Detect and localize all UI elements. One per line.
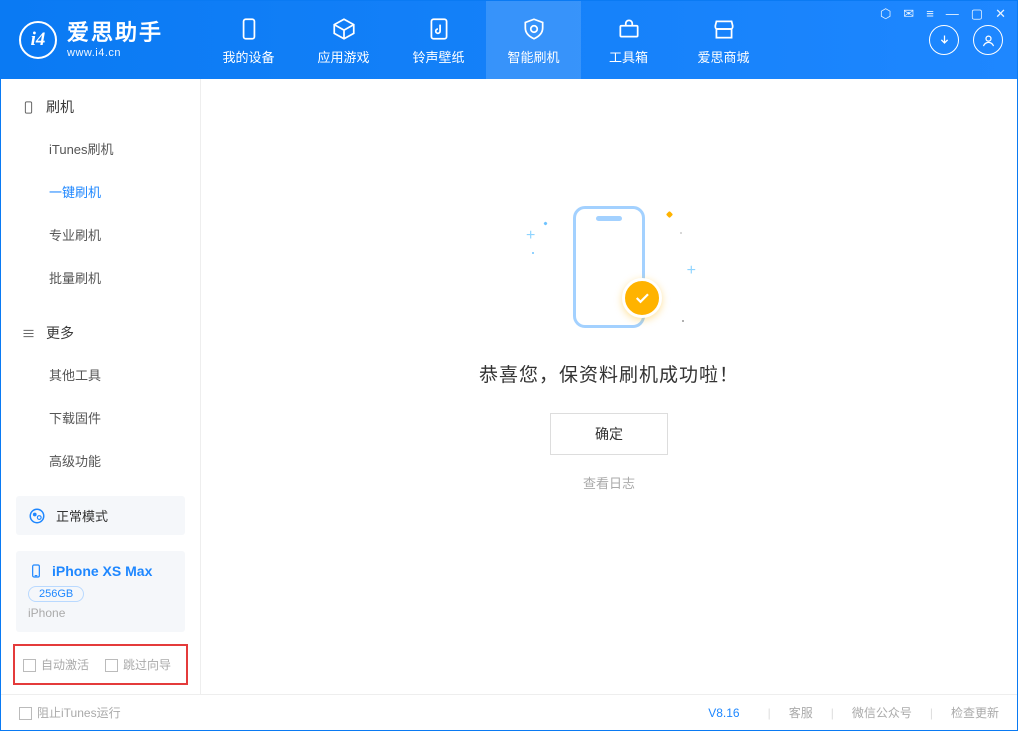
confirm-button[interactable]: 确定 xyxy=(550,413,668,455)
cube-icon xyxy=(330,15,358,43)
phone-small-icon xyxy=(21,100,36,115)
checkbox-block-itunes[interactable]: 阻止iTunes运行 xyxy=(19,704,121,721)
tab-ringtones[interactable]: 铃声壁纸 xyxy=(391,1,486,79)
top-tabs: 我的设备 应用游戏 铃声壁纸 智能刷机 工具箱 爱思商城 xyxy=(201,1,771,79)
sidebar-head-more: 更多 xyxy=(1,323,200,353)
shield-refresh-icon xyxy=(520,15,548,43)
footer-link-update[interactable]: 检查更新 xyxy=(951,704,999,721)
app-name: 爱思助手 xyxy=(67,22,163,44)
maximize-icon[interactable]: ▢ xyxy=(971,6,983,22)
music-file-icon xyxy=(425,15,453,43)
version-label: V8.16 xyxy=(708,706,739,720)
device-storage: 256GB xyxy=(28,586,84,602)
footer: 阻止iTunes运行 V8.16 | 客服 | 微信公众号 | 检查更新 xyxy=(1,694,1017,730)
checkbox-auto-activate[interactable]: 自动激活 xyxy=(23,656,89,673)
device-small-icon xyxy=(28,563,44,579)
sidebar-group-flash: 刷机 iTunes刷机 一键刷机 专业刷机 批量刷机 xyxy=(1,79,200,305)
store-icon xyxy=(710,15,738,43)
tab-my-device[interactable]: 我的设备 xyxy=(201,1,296,79)
footer-link-service[interactable]: 客服 xyxy=(789,704,813,721)
sidebar: 刷机 iTunes刷机 一键刷机 专业刷机 批量刷机 更多 其他工具 下载固件 … xyxy=(1,79,201,694)
list-icon xyxy=(21,326,36,341)
menu-icon[interactable]: ≡ xyxy=(926,6,934,22)
footer-link-wechat[interactable]: 微信公众号 xyxy=(852,704,912,721)
sidebar-item-pro-flash[interactable]: 专业刷机 xyxy=(1,213,200,256)
logo[interactable]: i4 爱思助手 www.i4.cn xyxy=(1,21,201,59)
mode-icon xyxy=(28,507,46,525)
success-illustration: ++ xyxy=(544,202,674,332)
device-name: iPhone XS Max xyxy=(52,563,152,579)
tab-store[interactable]: 爱思商城 xyxy=(676,1,771,79)
success-message: 恭喜您，保资料刷机成功啦！ xyxy=(479,360,739,387)
toolbox-icon xyxy=(615,15,643,43)
download-button[interactable] xyxy=(929,25,959,55)
header-right xyxy=(929,25,1017,55)
checkbox-skip-guide[interactable]: 跳过向导 xyxy=(105,656,171,673)
tab-flash[interactable]: 智能刷机 xyxy=(486,1,581,79)
minimize-icon[interactable]: — xyxy=(946,6,959,22)
sidebar-item-batch-flash[interactable]: 批量刷机 xyxy=(1,256,200,299)
device-icon xyxy=(235,15,263,43)
body: 刷机 iTunes刷机 一键刷机 专业刷机 批量刷机 更多 其他工具 下载固件 … xyxy=(1,79,1017,694)
device-card[interactable]: iPhone XS Max 256GB iPhone xyxy=(16,551,185,632)
tab-apps-games[interactable]: 应用游戏 xyxy=(296,1,391,79)
close-icon[interactable]: ✕ xyxy=(995,6,1006,22)
sidebar-item-other-tools[interactable]: 其他工具 xyxy=(1,353,200,396)
main-content: ++ 恭喜您，保资料刷机成功啦！ 确定 查看日志 xyxy=(201,79,1017,694)
account-button[interactable] xyxy=(973,25,1003,55)
device-type: iPhone xyxy=(28,606,173,620)
header: i4 爱思助手 www.i4.cn 我的设备 应用游戏 铃声壁纸 智能刷机 xyxy=(1,1,1017,79)
sidebar-item-download-firmware[interactable]: 下载固件 xyxy=(1,396,200,439)
sidebar-item-itunes-flash[interactable]: iTunes刷机 xyxy=(1,127,200,170)
check-badge-icon xyxy=(622,278,662,318)
sidebar-group-more: 更多 其他工具 下载固件 高级功能 xyxy=(1,305,200,488)
app-url: www.i4.cn xyxy=(67,47,121,59)
sidebar-head-flash: 刷机 xyxy=(1,97,200,127)
sidebar-item-oneclick-flash[interactable]: 一键刷机 xyxy=(1,170,200,213)
feedback-icon[interactable]: ✉ xyxy=(903,6,914,22)
options-highlighted: 自动激活 跳过向导 xyxy=(13,644,188,685)
app-window: ⬡ ✉ ≡ — ▢ ✕ i4 爱思助手 www.i4.cn 我的设备 应用游戏 xyxy=(0,0,1018,731)
window-controls: ⬡ ✉ ≡ — ▢ ✕ xyxy=(880,6,1006,22)
logo-icon: i4 xyxy=(19,21,57,59)
tab-toolbox[interactable]: 工具箱 xyxy=(581,1,676,79)
sidebar-item-advanced[interactable]: 高级功能 xyxy=(1,439,200,482)
view-log-link[interactable]: 查看日志 xyxy=(583,473,635,492)
skin-icon[interactable]: ⬡ xyxy=(880,6,891,22)
mode-card[interactable]: 正常模式 xyxy=(16,496,185,535)
